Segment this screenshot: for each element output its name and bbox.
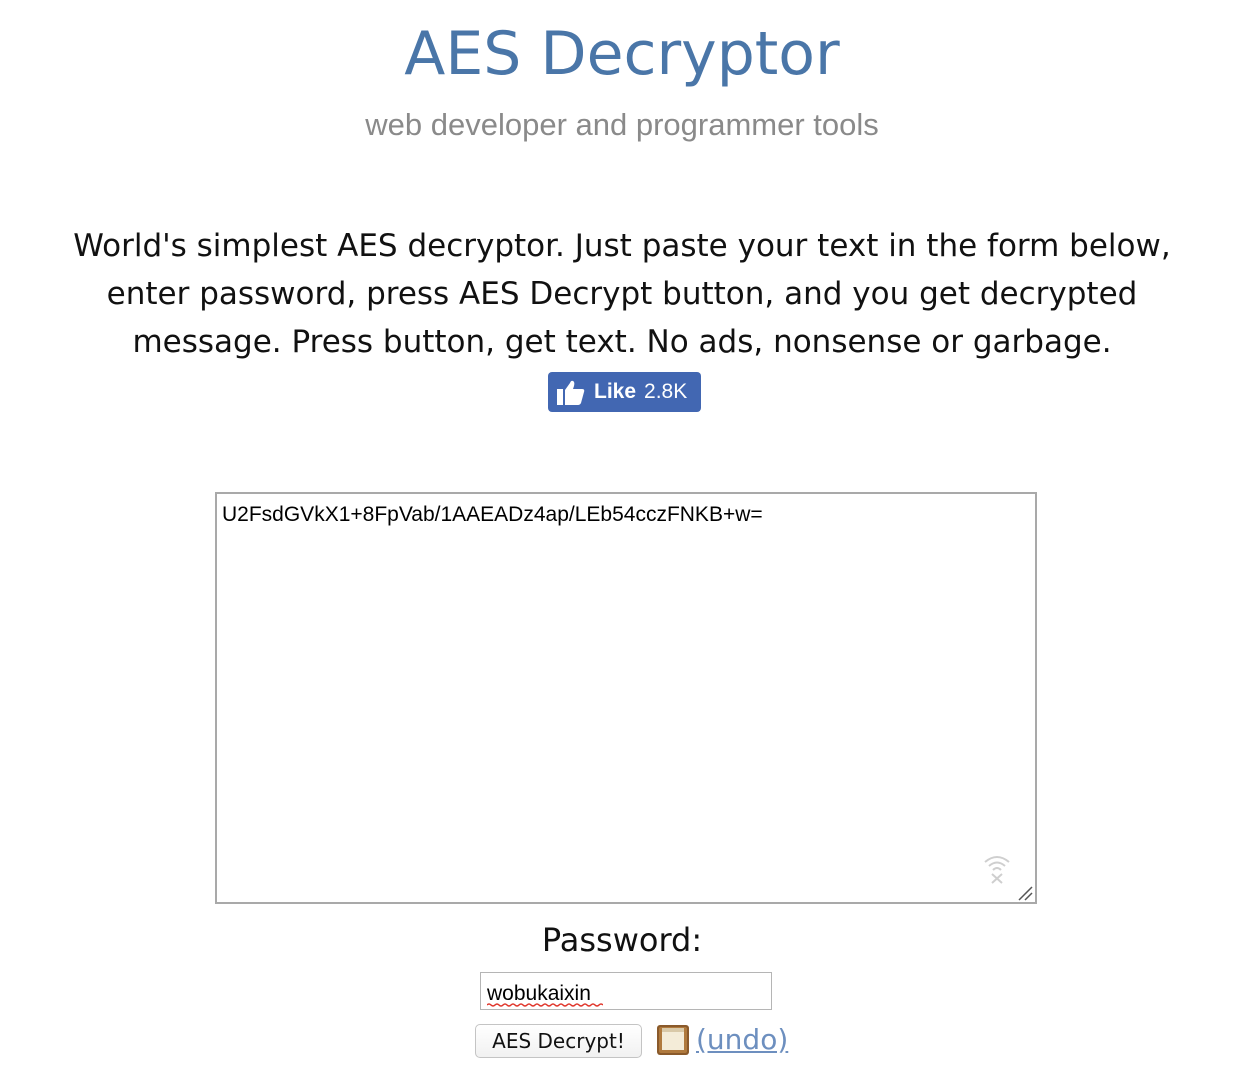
tool-description: World's simplest AES decryptor. Just pas…	[73, 228, 1171, 360]
password-label: Password:	[541, 921, 703, 959]
floppy-disk-icon[interactable]	[656, 1024, 690, 1056]
thumbs-up-icon	[557, 380, 585, 405]
like-label: Like	[594, 380, 637, 403]
page-subtitle: web developer and programmer tools	[365, 107, 879, 142]
like-count: 2.8K	[644, 380, 688, 403]
password-field-wrapper	[480, 972, 772, 1010]
facebook-like-button[interactable]: Like 2.8K	[548, 372, 701, 412]
page-title: AES Decryptor	[404, 19, 840, 89]
resize-handle-icon[interactable]	[1016, 884, 1033, 901]
spellcheck-underline	[487, 1003, 603, 1007]
aes-decrypt-button[interactable]: AES Decrypt!	[475, 1024, 642, 1058]
wifi-off-icon	[984, 856, 1010, 884]
undo-link[interactable]: (undo)	[696, 1020, 788, 1060]
ciphertext-input[interactable]: U2FsdGVkX1+8FpVab/1AAEADz4ap/LEb54cczFNK…	[215, 492, 1037, 904]
